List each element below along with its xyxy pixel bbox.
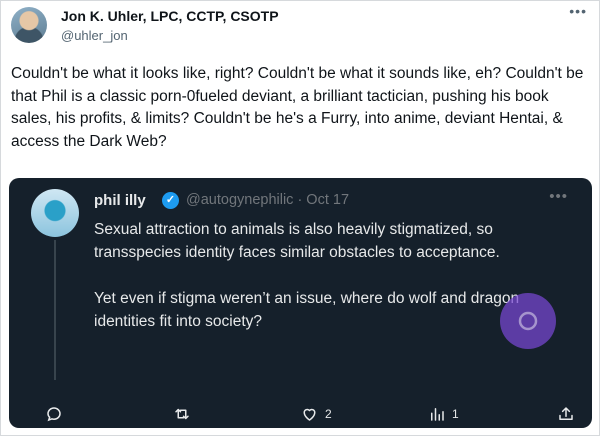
reply-button[interactable] [45, 403, 63, 425]
more-icon[interactable]: ••• [569, 3, 587, 19]
quoted-tweet[interactable]: phil illy ✓ @autogynephilic · Oct 17 •••… [9, 178, 592, 428]
views-button[interactable]: 1 [428, 403, 459, 425]
verified-badge-icon: ✓ [162, 192, 179, 209]
quoted-more-icon[interactable]: ••• [549, 188, 568, 205]
retweet-button[interactable] [172, 403, 192, 425]
play-overlay-button[interactable] [500, 293, 556, 349]
action-bar: 2 1 [9, 400, 592, 428]
quoted-avatar[interactable] [31, 189, 79, 237]
quoted-author-name[interactable]: phil illy [94, 192, 146, 209]
author-avatar[interactable] [11, 7, 47, 43]
author-name[interactable]: Jon K. Uhler, LPC, CCTP, CSOTP [61, 8, 279, 24]
views-count: 1 [452, 407, 459, 421]
retweet-icon [175, 408, 189, 420]
like-count: 2 [325, 407, 332, 421]
heart-icon [303, 408, 316, 421]
quoted-handle-date[interactable]: @autogynephilic · Oct 17 [186, 192, 349, 208]
quoted-paragraph-1: Sexual attraction to animals is also hea… [94, 221, 500, 261]
loading-ring-icon [518, 311, 538, 331]
tweet-text: Couldn't be what it looks like, right? C… [11, 65, 584, 150]
tweet-container: Jon K. Uhler, LPC, CCTP, CSOTP @uhler_jo… [0, 0, 600, 436]
views-chart-icon [431, 408, 444, 421]
thread-line [54, 240, 56, 380]
share-button[interactable] [557, 403, 575, 425]
reply-icon [47, 407, 61, 422]
author-handle[interactable]: @uhler_jon [61, 28, 128, 43]
like-button[interactable]: 2 [300, 403, 332, 425]
share-icon [559, 407, 573, 420]
